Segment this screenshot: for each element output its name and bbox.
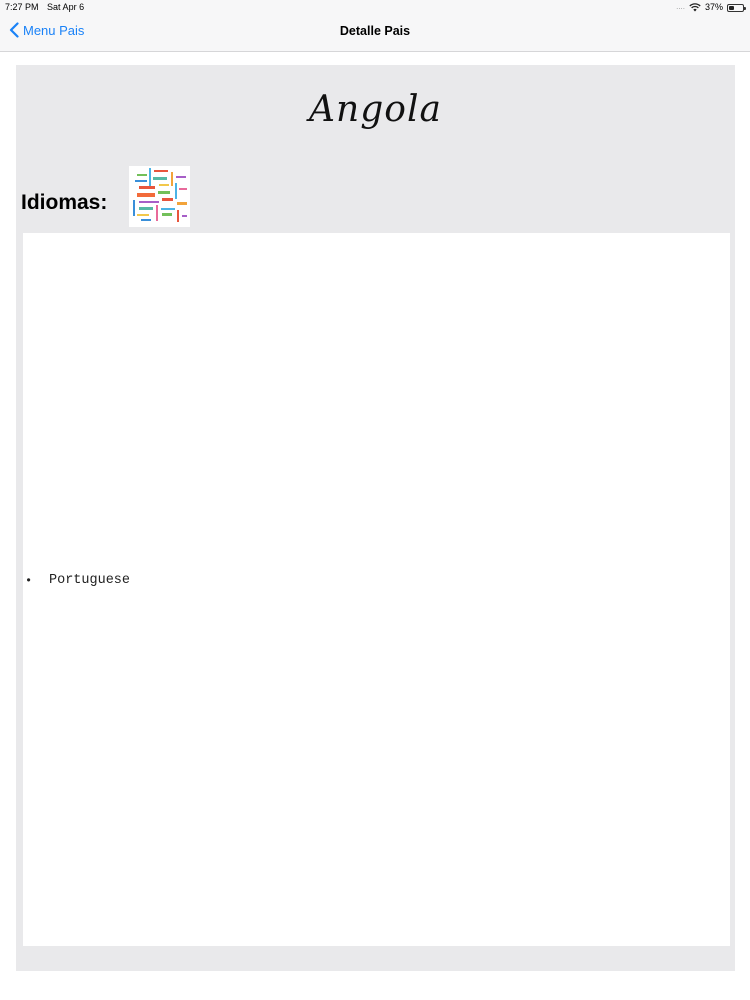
language-item: • Portuguese (23, 573, 130, 588)
status-bar: 7:27 PM Sat Apr 6 .... 37% (0, 0, 750, 14)
bullet-icon: • (25, 573, 33, 588)
signal-indicator: .... (676, 2, 685, 11)
languages-web-view: • Portuguese (23, 233, 730, 946)
navigation-bar: Menu Pais Detalle Pais (0, 14, 750, 52)
wifi-icon (689, 2, 701, 12)
country-detail-panel: Angola Idiomas: • Portuguese (16, 65, 735, 971)
languages-label: Idiomas: (21, 191, 108, 214)
battery-icon (727, 3, 746, 12)
word-cloud-image (129, 166, 190, 227)
status-time: 7:27 PM (5, 2, 39, 12)
battery-percentage: 37% (704, 2, 723, 12)
country-name: Angola (309, 89, 442, 130)
language-list: • Portuguese (23, 573, 130, 588)
nav-title: Detalle Pais (339, 24, 411, 38)
status-left: 7:27 PM Sat Apr 6 (5, 0, 84, 14)
battery-level (729, 5, 734, 10)
status-right: .... 37% (676, 0, 746, 14)
language-name: Portuguese (49, 573, 131, 588)
status-date: Sat Apr 6 (47, 2, 85, 12)
